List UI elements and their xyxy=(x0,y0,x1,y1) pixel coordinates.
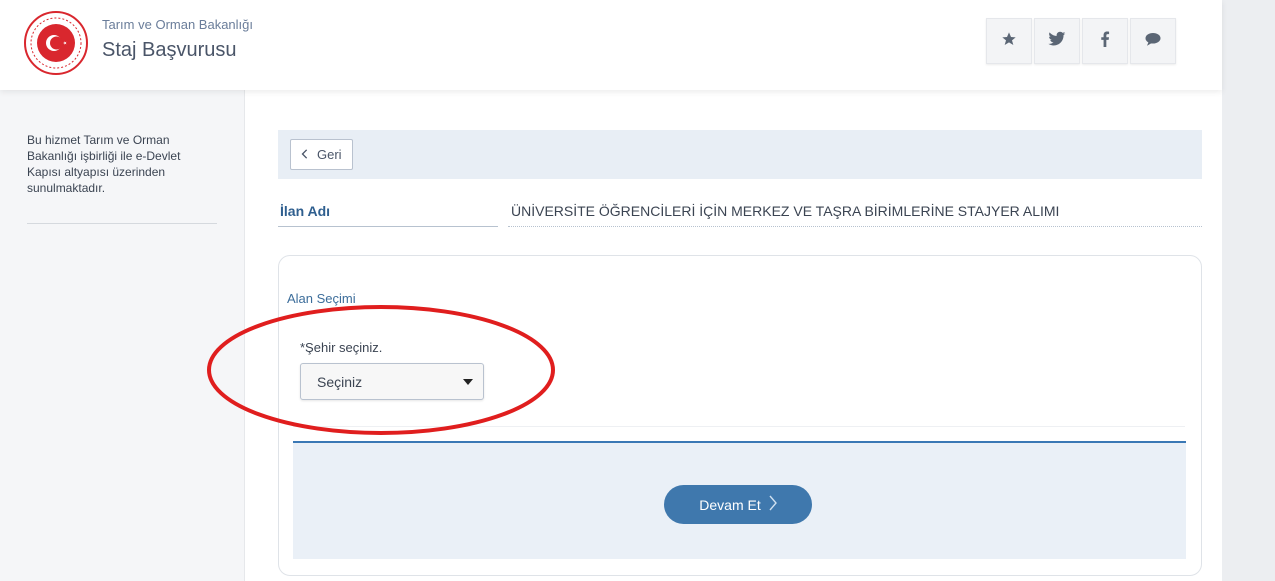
continue-button[interactable]: Devam Et xyxy=(664,485,812,524)
action-panel: Devam Et xyxy=(293,441,1186,559)
service-title: Staj Başvurusu xyxy=(102,39,237,61)
section-title: Alan Seçimi xyxy=(287,291,356,306)
back-button-label: Geri xyxy=(317,147,342,162)
ministry-logo xyxy=(23,10,89,76)
favorite-button[interactable] xyxy=(986,18,1032,64)
feedback-button[interactable] xyxy=(1130,18,1176,64)
listing-value-underline xyxy=(508,226,1202,227)
sidebar-description: Bu hizmet Tarım ve Orman Bakanlığı işbir… xyxy=(27,133,181,195)
facebook-button[interactable] xyxy=(1082,18,1128,64)
sidebar-divider xyxy=(27,223,217,224)
caret-down-icon xyxy=(463,379,473,385)
listing-name-label: İlan Adı xyxy=(280,203,331,219)
city-select-label: *Şehir seçiniz. xyxy=(300,340,383,355)
card-divider xyxy=(293,426,1185,427)
listing-label-underline xyxy=(278,226,498,227)
facebook-icon xyxy=(1100,31,1110,52)
sidebar: Bu hizmet Tarım ve Orman Bakanlığı işbir… xyxy=(0,90,245,581)
star-icon xyxy=(1001,31,1017,52)
scrollbar-track[interactable] xyxy=(1222,0,1275,581)
back-bar: Geri xyxy=(278,130,1202,179)
twitter-icon xyxy=(1048,31,1066,52)
city-select[interactable]: Seçiniz xyxy=(300,363,484,400)
ministry-name: Tarım ve Orman Bakanlığı xyxy=(102,17,253,32)
header: Tarım ve Orman Bakanlığı Staj Başvurusu xyxy=(0,0,1222,90)
city-select-value: Seçiniz xyxy=(317,374,363,390)
back-button[interactable]: Geri xyxy=(290,139,353,170)
chat-icon xyxy=(1144,31,1162,52)
chevron-left-icon xyxy=(301,147,309,162)
continue-button-label: Devam Et xyxy=(699,496,761,513)
chevron-right-icon xyxy=(769,495,777,514)
twitter-button[interactable] xyxy=(1034,18,1080,64)
listing-name-value: ÜNİVERSİTE ÖĞRENCİLERİ İÇİN MERKEZ VE TA… xyxy=(511,203,1060,219)
